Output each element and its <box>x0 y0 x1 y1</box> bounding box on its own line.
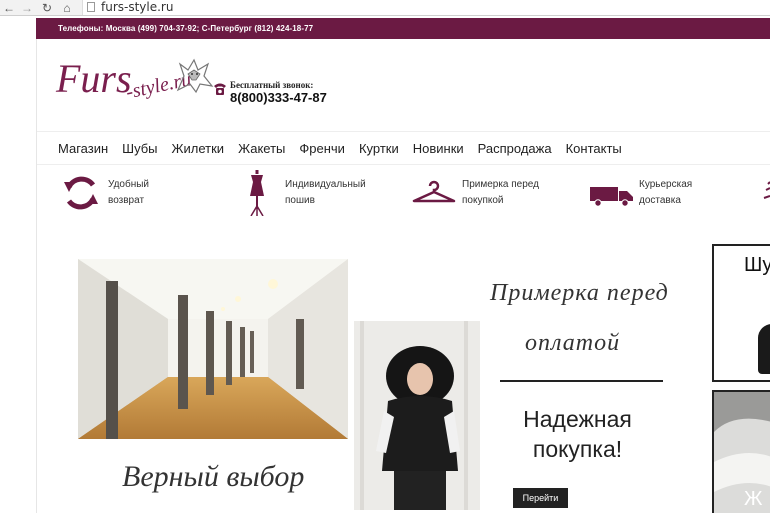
menu-item-new[interactable]: Новинки <box>413 139 464 159</box>
hanger-icon <box>412 180 456 203</box>
feature-return: Удобный возврат <box>108 177 218 209</box>
free-call-label: Бесплатный звонок: <box>230 80 314 90</box>
telephone-icon <box>214 83 226 95</box>
reload-icon[interactable]: ↻ <box>40 0 54 16</box>
menu-divider-top <box>37 131 770 132</box>
feature-fitting: Примерка перед покупкой <box>462 177 572 209</box>
tile-vests-label: Ж <box>744 488 763 510</box>
feature-return-line1: Удобный <box>108 179 149 190</box>
tile-coats-image <box>758 324 770 374</box>
return-arrows-icon <box>64 176 98 210</box>
delivery-truck-icon <box>590 187 633 207</box>
forward-icon[interactable]: → <box>20 0 34 16</box>
phones-text: Телефоны: Москва (499) 704-37-92; С-Пете… <box>58 24 314 33</box>
feature-tailoring-line1: Индивидуальный <box>285 179 366 190</box>
menu-item-jackets[interactable]: Жакеты <box>238 139 285 159</box>
promo-script-line2: оплатой <box>525 330 621 356</box>
page-left-border <box>36 39 37 513</box>
category-tile-coats[interactable]: Шу <box>712 244 770 382</box>
mannequin-icon <box>250 170 264 216</box>
main-menu: Магазин Шубы Жилетки Жакеты Френчи Куртк… <box>58 139 636 159</box>
feature-tailoring: Индивидуальный пошив <box>285 177 395 209</box>
feature-delivery-line1: Курьерская <box>639 179 693 190</box>
home-icon[interactable]: ⌂ <box>60 0 74 16</box>
feature-fitting-line1: Примерка перед <box>462 179 539 190</box>
go-button[interactable]: Перейти <box>513 488 568 508</box>
menu-item-coats[interactable]: Шубы <box>122 139 157 159</box>
site-logo[interactable]: Furs -style.ru <box>56 56 214 116</box>
model-photo[interactable] <box>354 321 480 510</box>
menu-item-frenchi[interactable]: Френчи <box>299 139 345 159</box>
menu-item-sale[interactable]: Распродажа <box>478 139 552 159</box>
bottom-script-text: Верный выбор <box>122 460 305 493</box>
feature-tailoring-line2: пошив <box>285 195 315 206</box>
promo-script-line1: Примерка перед <box>490 280 669 306</box>
menu-item-outerwear[interactable]: Куртки <box>359 139 399 159</box>
partial-feature-icon <box>763 181 770 199</box>
tile-coats-label: Шу <box>744 254 770 276</box>
menu-item-shop[interactable]: Магазин <box>58 139 108 159</box>
feature-fitting-line2: покупкой <box>462 195 504 206</box>
free-call-number[interactable]: 8(800)333-47-87 <box>230 90 327 105</box>
promo-heading-line1: Надежная <box>523 406 632 432</box>
promo-divider <box>500 380 663 382</box>
category-tile-vests[interactable]: Ж <box>712 390 770 513</box>
browser-toolbar: ← → ↻ ⌂ furs-style.ru <box>0 0 770 16</box>
fox-icon <box>176 58 214 94</box>
promo-heading-line2: покупка! <box>532 436 623 462</box>
promo-heading: Надежная покупка! <box>505 404 650 464</box>
top-contact-bar: Телефоны: Москва (499) 704-37-92; С-Пете… <box>36 18 770 39</box>
page-icon <box>87 2 95 12</box>
back-icon[interactable]: ← <box>2 0 16 16</box>
feature-delivery-line2: доставка <box>639 195 681 206</box>
menu-item-vests[interactable]: Жилетки <box>172 139 225 159</box>
url-text[interactable]: furs-style.ru <box>101 0 173 15</box>
menu-item-contacts[interactable]: Контакты <box>566 139 622 159</box>
address-bar[interactable]: furs-style.ru <box>82 0 770 15</box>
menu-divider-bottom <box>37 164 770 165</box>
logo-text-furs: Furs <box>56 56 132 101</box>
feature-return-line2: возврат <box>108 195 145 206</box>
feature-delivery: Курьерская доставка <box>639 177 749 209</box>
fitting-rooms-photo[interactable] <box>78 259 348 439</box>
